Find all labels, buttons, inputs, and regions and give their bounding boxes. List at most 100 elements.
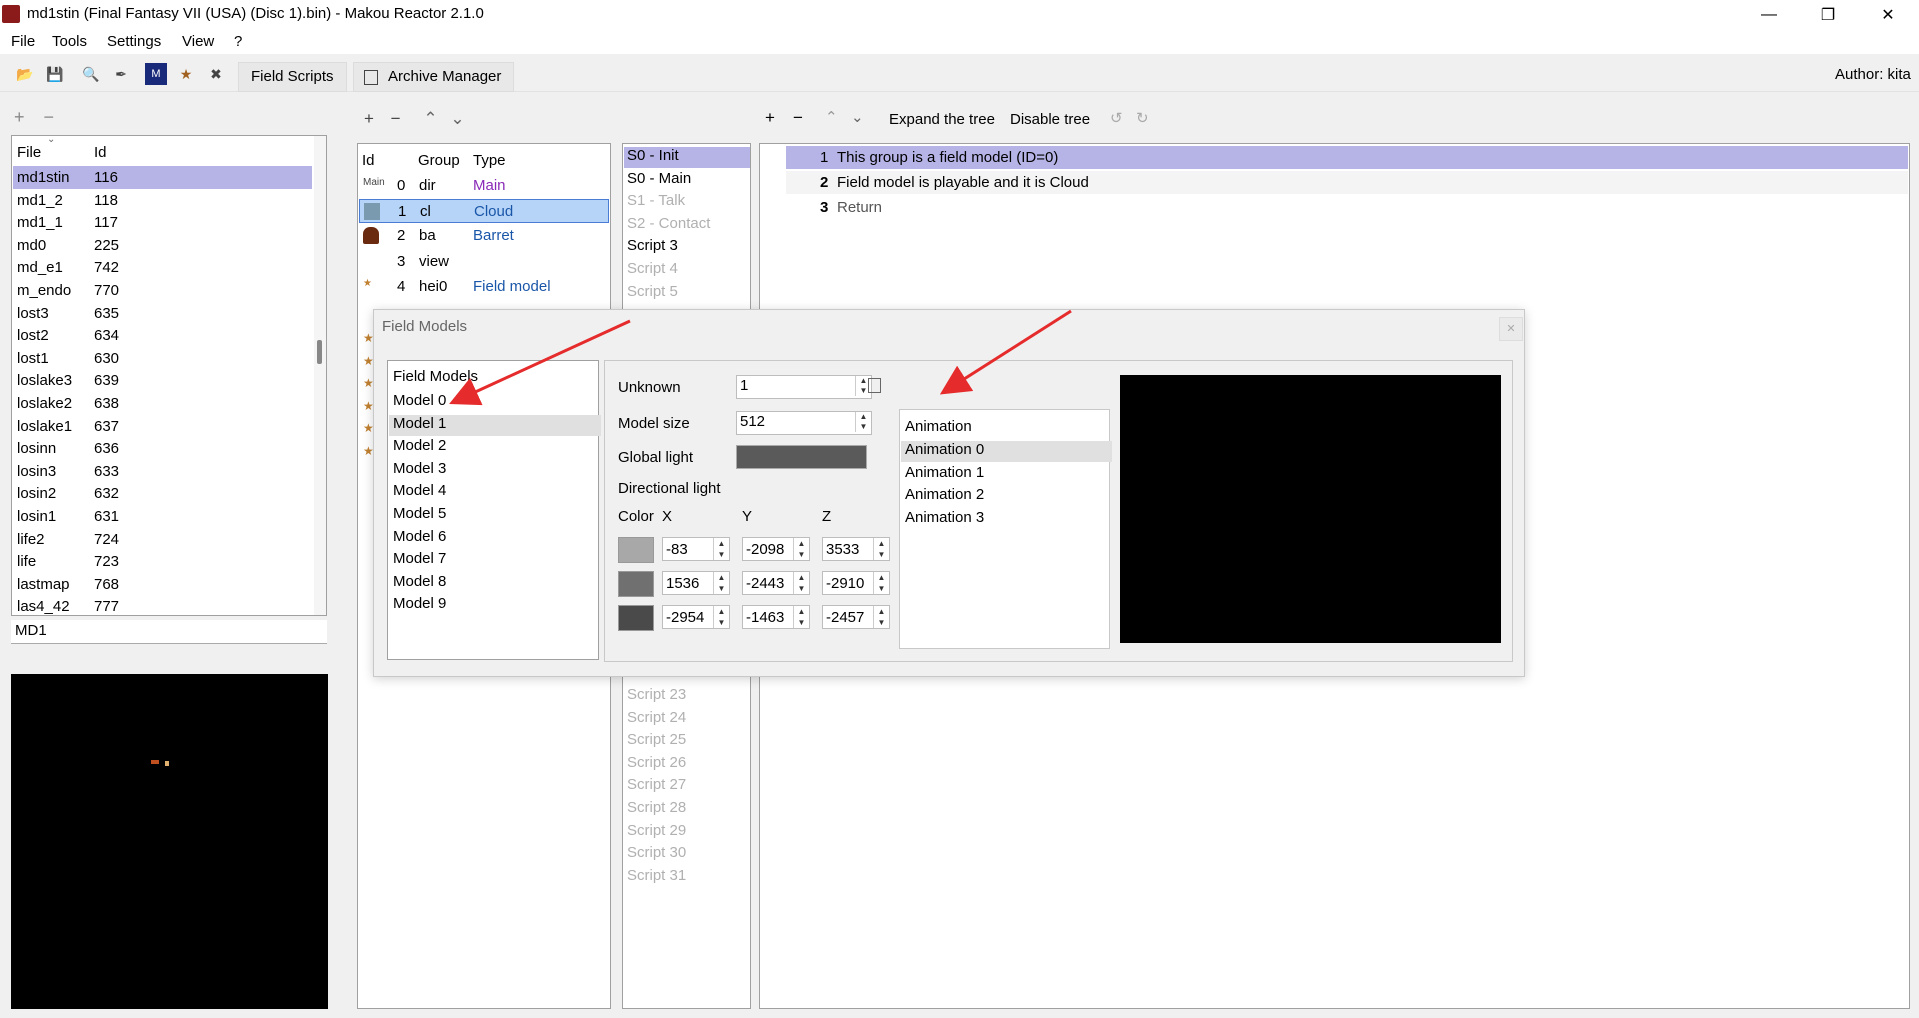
scrollbar-thumb[interactable] [317,340,322,364]
script-item[interactable]: Script 23 [624,686,750,707]
add-group-button[interactable]: + [364,109,374,128]
menu-settings[interactable]: Settings [107,33,161,50]
animation-item[interactable]: Animation 3 [901,509,1112,530]
light-x-spinbox[interactable]: 1536 ▲ ▼ [662,571,730,595]
tab-archive-manager[interactable]: Archive Manager [353,62,515,92]
opcode-row[interactable]: 1 This group is a field model (ID=0) [786,146,1908,169]
move-up-icon[interactable]: ⌃ [423,109,437,128]
script-item[interactable]: Script 28 [624,799,750,820]
menu-file[interactable]: File [11,33,35,50]
file-row[interactable]: md_e1 742 [13,256,312,279]
script-item[interactable]: S0 - Init [624,147,750,168]
file-row[interactable]: m_endo 770 [13,279,312,302]
redo-icon[interactable]: ↻ [1136,109,1149,127]
script-item[interactable]: S2 - Contact [624,215,750,236]
file-row[interactable]: loslake2 638 [13,392,312,415]
model-item[interactable]: Model 4 [389,482,601,503]
remove-opcode-button[interactable]: − [793,108,803,128]
header-id[interactable]: Id [362,152,375,169]
add-opcode-button[interactable]: + [765,108,775,128]
file-row[interactable]: lost3 635 [13,302,312,325]
disable-tree-button[interactable]: Disable tree [1010,111,1090,128]
group-row[interactable]: Main 0 dir Main [359,174,609,198]
light-z-spinbox[interactable]: -2910 ▲ ▼ [822,571,890,595]
script-item[interactable]: Script 4 [624,260,750,281]
script-item[interactable]: Script 26 [624,754,750,775]
model-item[interactable]: Model 5 [389,505,601,526]
file-row[interactable]: las4_42 777 [13,595,312,615]
file-row[interactable]: lost1 630 [13,347,312,370]
light-y-spinbox[interactable]: -1463 ▲ ▼ [742,605,810,629]
light-x-spinbox[interactable]: -83 ▲ ▼ [662,537,730,561]
unknown-spinbox[interactable]: 1 ▲ ▼ [736,375,872,399]
header-type[interactable]: Type [473,152,506,169]
opcode-row[interactable]: 2 Field model is playable and it is Cloud [786,171,1908,194]
group-row[interactable]: 2 ba Barret [359,224,609,248]
undo-icon[interactable]: ↺ [1110,109,1123,127]
menu-view[interactable]: View [182,33,214,50]
opcode-down-icon[interactable]: ⌄ [851,108,864,126]
script-item[interactable]: Script 5 [624,283,750,304]
spin-arrows-icon[interactable]: ▲ ▼ [713,606,729,628]
expand-tree-button[interactable]: Expand the tree [889,111,995,128]
open-icon[interactable]: 📂 [14,63,36,85]
file-row[interactable]: losinn 636 [13,437,312,460]
spin-arrows-icon[interactable]: ▲ ▼ [793,572,809,594]
spin-arrows-icon[interactable]: ▲ ▼ [855,412,871,432]
file-filter-input[interactable]: MD1 [11,620,327,644]
file-row[interactable]: md1stin 116 [13,166,312,189]
animation-item[interactable]: Animation 0 [901,441,1112,462]
file-row[interactable]: md1_2 118 [13,189,312,212]
model-item[interactable]: Model 9 [389,595,601,616]
add-file-button[interactable]: + [14,107,25,127]
file-row[interactable]: losin1 631 [13,505,312,528]
model-item[interactable]: Model 0 [389,392,601,413]
file-row[interactable]: life 723 [13,550,312,573]
script-item[interactable]: S0 - Main [624,170,750,191]
move-down-icon[interactable]: ⌄ [450,109,464,128]
menu-help[interactable]: ? [234,33,242,50]
file-row[interactable]: loslake3 639 [13,369,312,392]
file-row[interactable]: lost2 634 [13,324,312,347]
model-item[interactable]: Model 8 [389,573,601,594]
feather-icon[interactable]: ✒ [110,63,132,85]
file-row[interactable]: losin2 632 [13,482,312,505]
opcode-up-icon[interactable]: ⌃ [825,108,838,126]
light-color-swatch[interactable] [618,537,654,563]
script-item[interactable]: Script 27 [624,776,750,797]
light-y-spinbox[interactable]: -2443 ▲ ▼ [742,571,810,595]
tab-field-scripts[interactable]: Field Scripts [238,62,347,92]
file-row[interactable]: md1_1 117 [13,211,312,234]
global-light-color[interactable] [736,445,867,469]
header-id[interactable]: Id [94,144,107,161]
file-list-scrollbar[interactable] [314,136,326,615]
tools-icon[interactable]: ✖ [205,63,227,85]
light-color-swatch[interactable] [618,571,654,597]
script-item[interactable]: S1 - Talk [624,192,750,213]
model-size-spinbox[interactable]: 512 ▲ ▼ [736,411,872,435]
group-row[interactable]: ★ 4 hei0 Field model [359,275,609,299]
model-item[interactable]: Model 7 [389,550,601,571]
file-row[interactable]: lastmap 768 [13,573,312,596]
model-item[interactable]: Model 6 [389,528,601,549]
animation-item[interactable]: Animation 2 [901,486,1112,507]
model-item[interactable]: Model 2 [389,437,601,458]
spin-arrows-icon[interactable]: ▲ ▼ [873,606,889,628]
spin-arrows-icon[interactable]: ▲ ▼ [873,538,889,560]
script-item[interactable]: Script 25 [624,731,750,752]
dialog-close-button[interactable]: ✕ [1499,317,1523,341]
script-item[interactable]: Script 24 [624,709,750,730]
file-row[interactable]: losin3 633 [13,460,312,483]
group-row[interactable]: 3 view [359,250,609,274]
save-icon[interactable]: 💾 [44,63,66,85]
group-row[interactable]: 1 cl Cloud [359,199,609,224]
maximize-button[interactable]: ❐ [1800,0,1856,29]
model-item[interactable]: Model 3 [389,460,601,481]
remove-file-button[interactable]: − [44,107,55,127]
spin-arrows-icon[interactable]: ▲ ▼ [713,538,729,560]
model-editor-icon[interactable]: M [145,63,167,85]
light-y-spinbox[interactable]: -2098 ▲ ▼ [742,537,810,561]
menu-tools[interactable]: Tools [52,33,87,50]
file-row[interactable]: loslake1 637 [13,415,312,438]
spin-arrows-icon[interactable]: ▲ ▼ [713,572,729,594]
